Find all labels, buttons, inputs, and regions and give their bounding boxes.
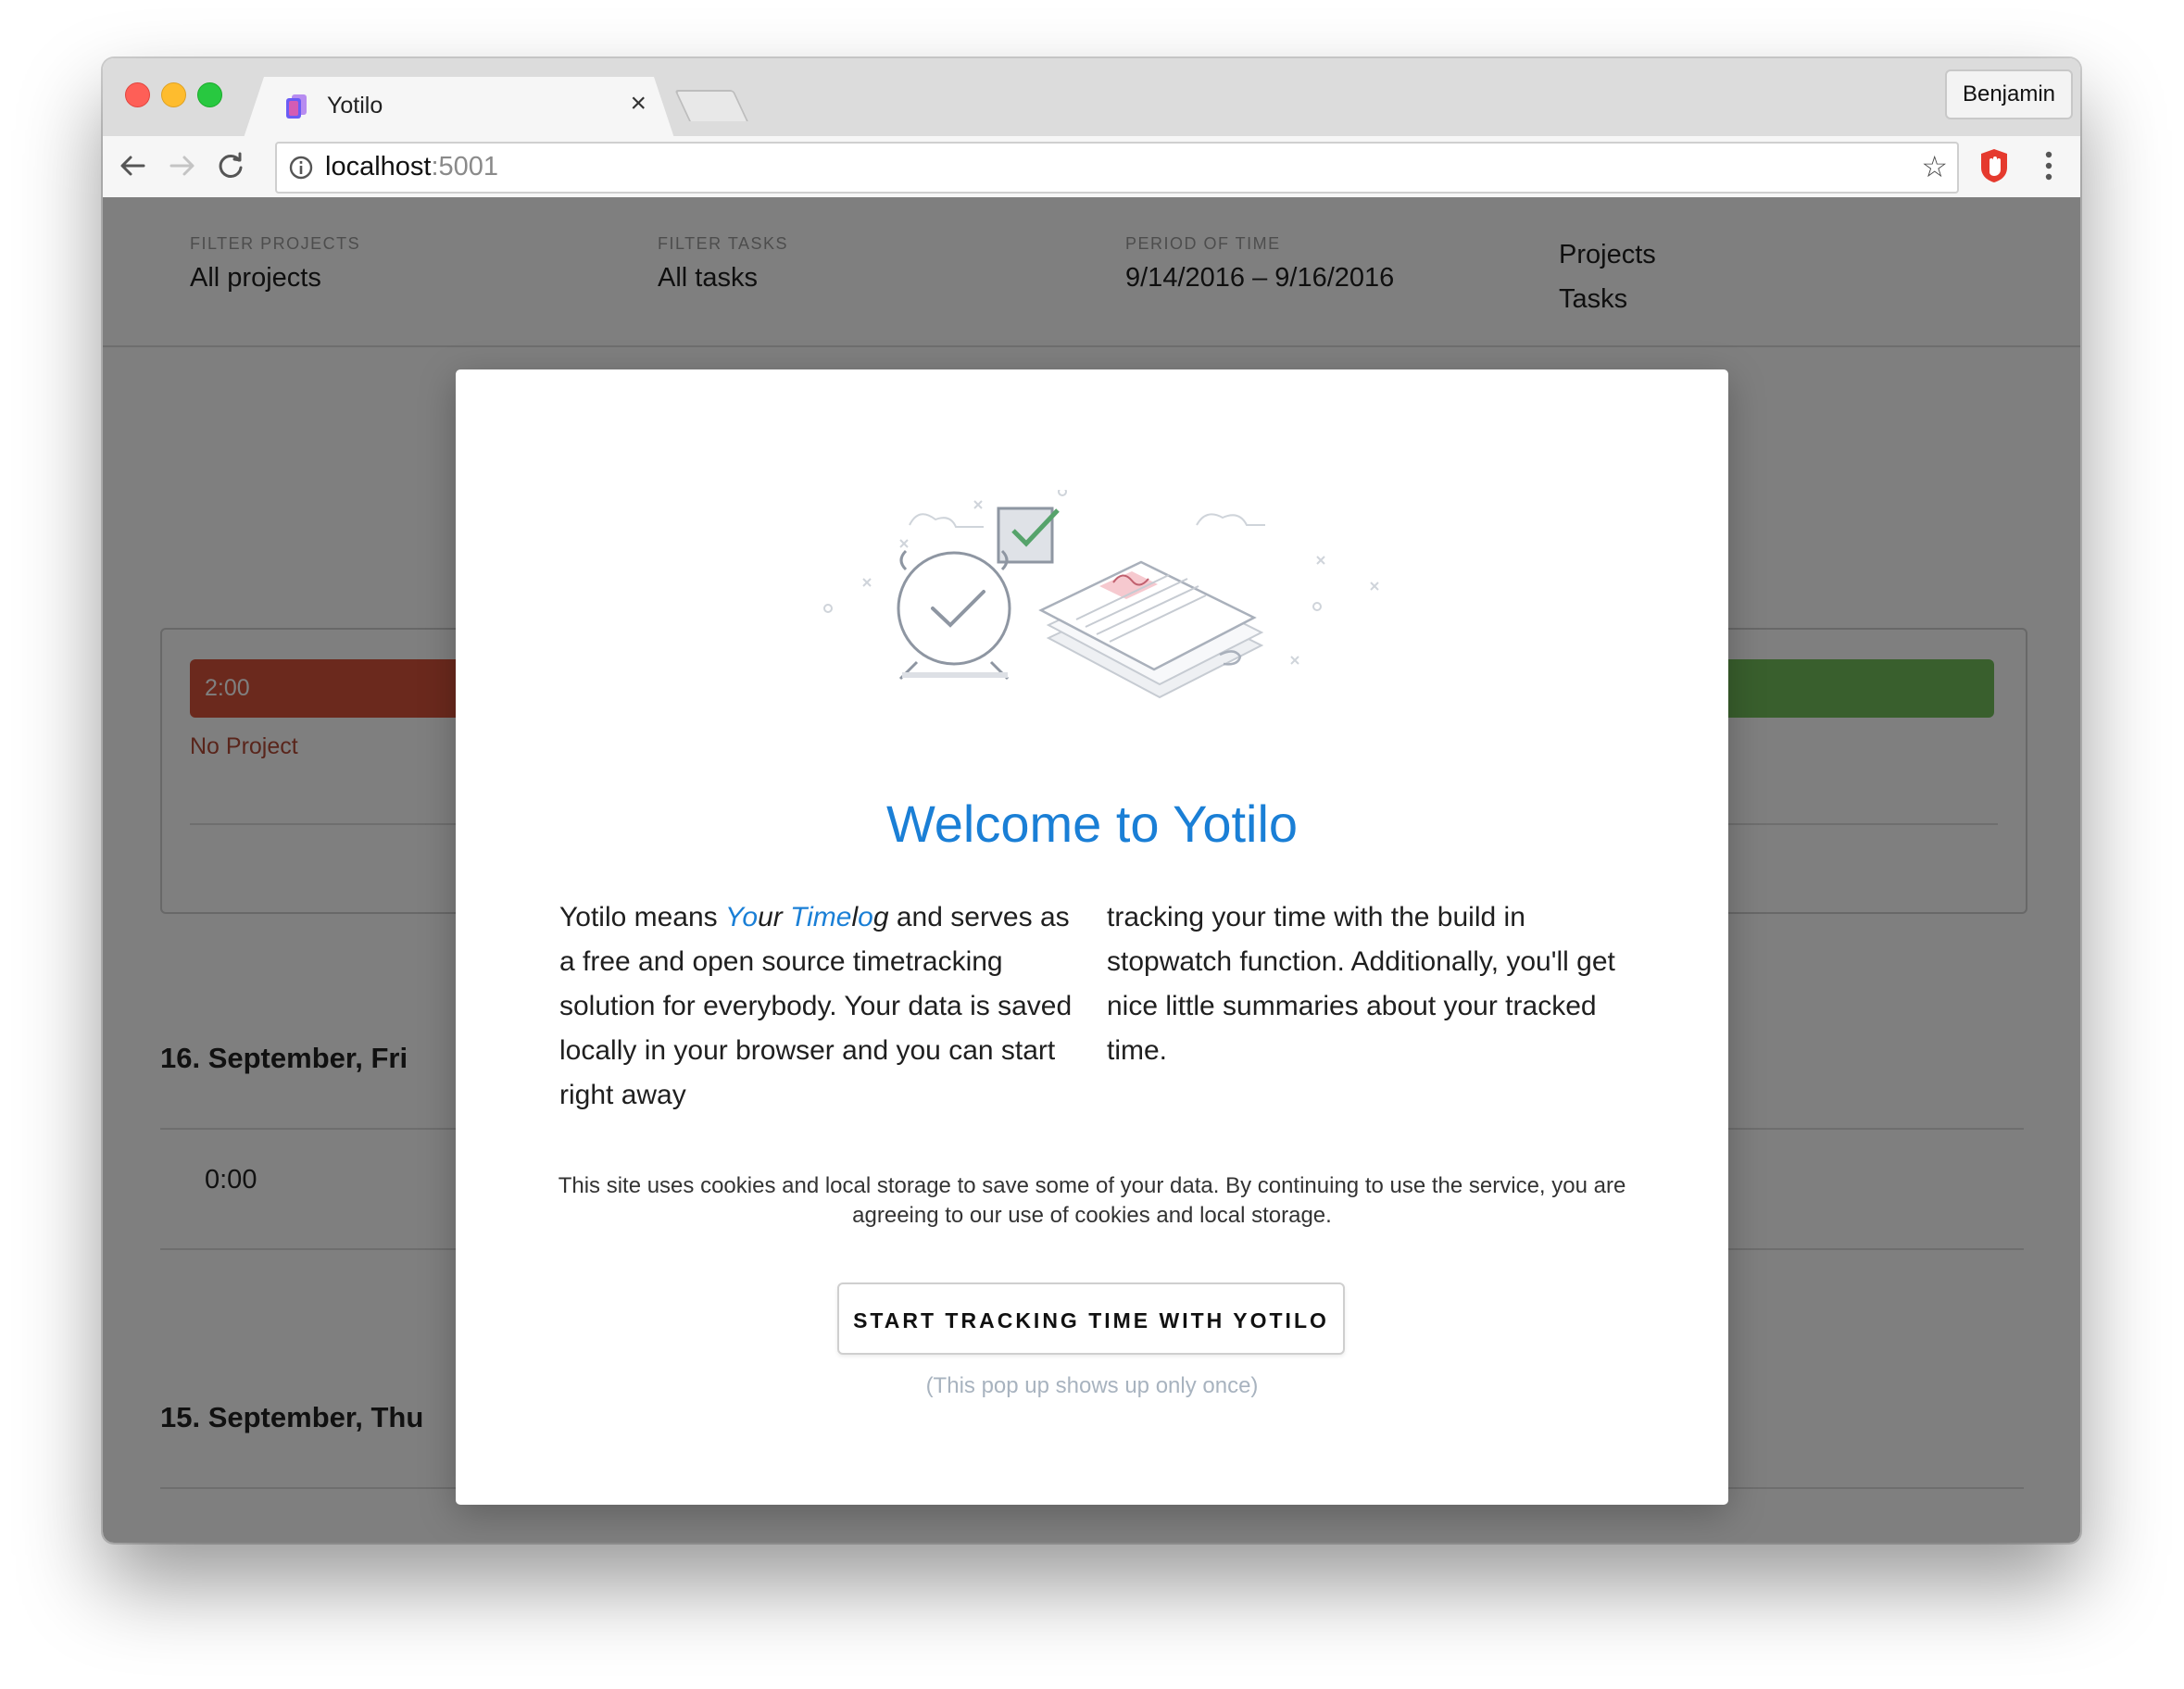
close-tab-icon[interactable]: × [630,88,646,119]
info-icon[interactable] [288,155,314,181]
minimize-window-button[interactable] [161,82,186,107]
tab-title: Yotilo [327,93,383,119]
url-text: localhost:5001 [325,152,499,181]
intro-column-left: Yotilo means Your Timelog and serves as … [559,902,1073,1110]
tab-strip: Yotilo × Benjamin [103,58,2080,136]
close-window-button[interactable] [125,82,150,107]
welcome-illustration [823,490,1379,699]
browser-toolbar: localhost:5001 ☆ [103,136,2080,198]
browser-menu-icon[interactable] [2045,145,2052,186]
browser-window: Yotilo × Benjamin localhost:5001 ☆ Welco… [103,58,2080,1543]
intro-column-right: tracking your time with the build in sto… [1107,902,1615,1066]
popup-once-note: (This pop up shows up only once) [925,1373,1259,1398]
welcome-modal: Welcome to Yotilo Yotilo means Your Time… [456,369,1728,1505]
profile-button[interactable]: Benjamin [1945,69,2073,119]
yotilo-favicon-icon [284,93,308,120]
modal-title: Welcome to Yotilo [885,794,1299,853]
page-content: Filter Projects All projects Filter Task… [103,197,2080,1543]
adblock-extension-icon[interactable] [1978,147,2010,184]
back-arrow-icon[interactable] [116,149,149,182]
zoom-window-button[interactable] [197,82,222,107]
new-tab-button[interactable] [674,90,748,121]
forward-arrow-icon[interactable] [166,149,199,182]
bookmark-star-icon[interactable]: ☆ [1921,151,1948,182]
start-tracking-button[interactable]: START TRACKING TIME WITH YOTILO [837,1282,1345,1355]
browser-tab[interactable]: Yotilo × [244,77,674,138]
cookie-notice: This site uses cookies and local storage… [558,1173,1626,1228]
address-bar[interactable]: localhost:5001 ☆ [275,142,1959,194]
reload-icon[interactable] [214,149,247,182]
